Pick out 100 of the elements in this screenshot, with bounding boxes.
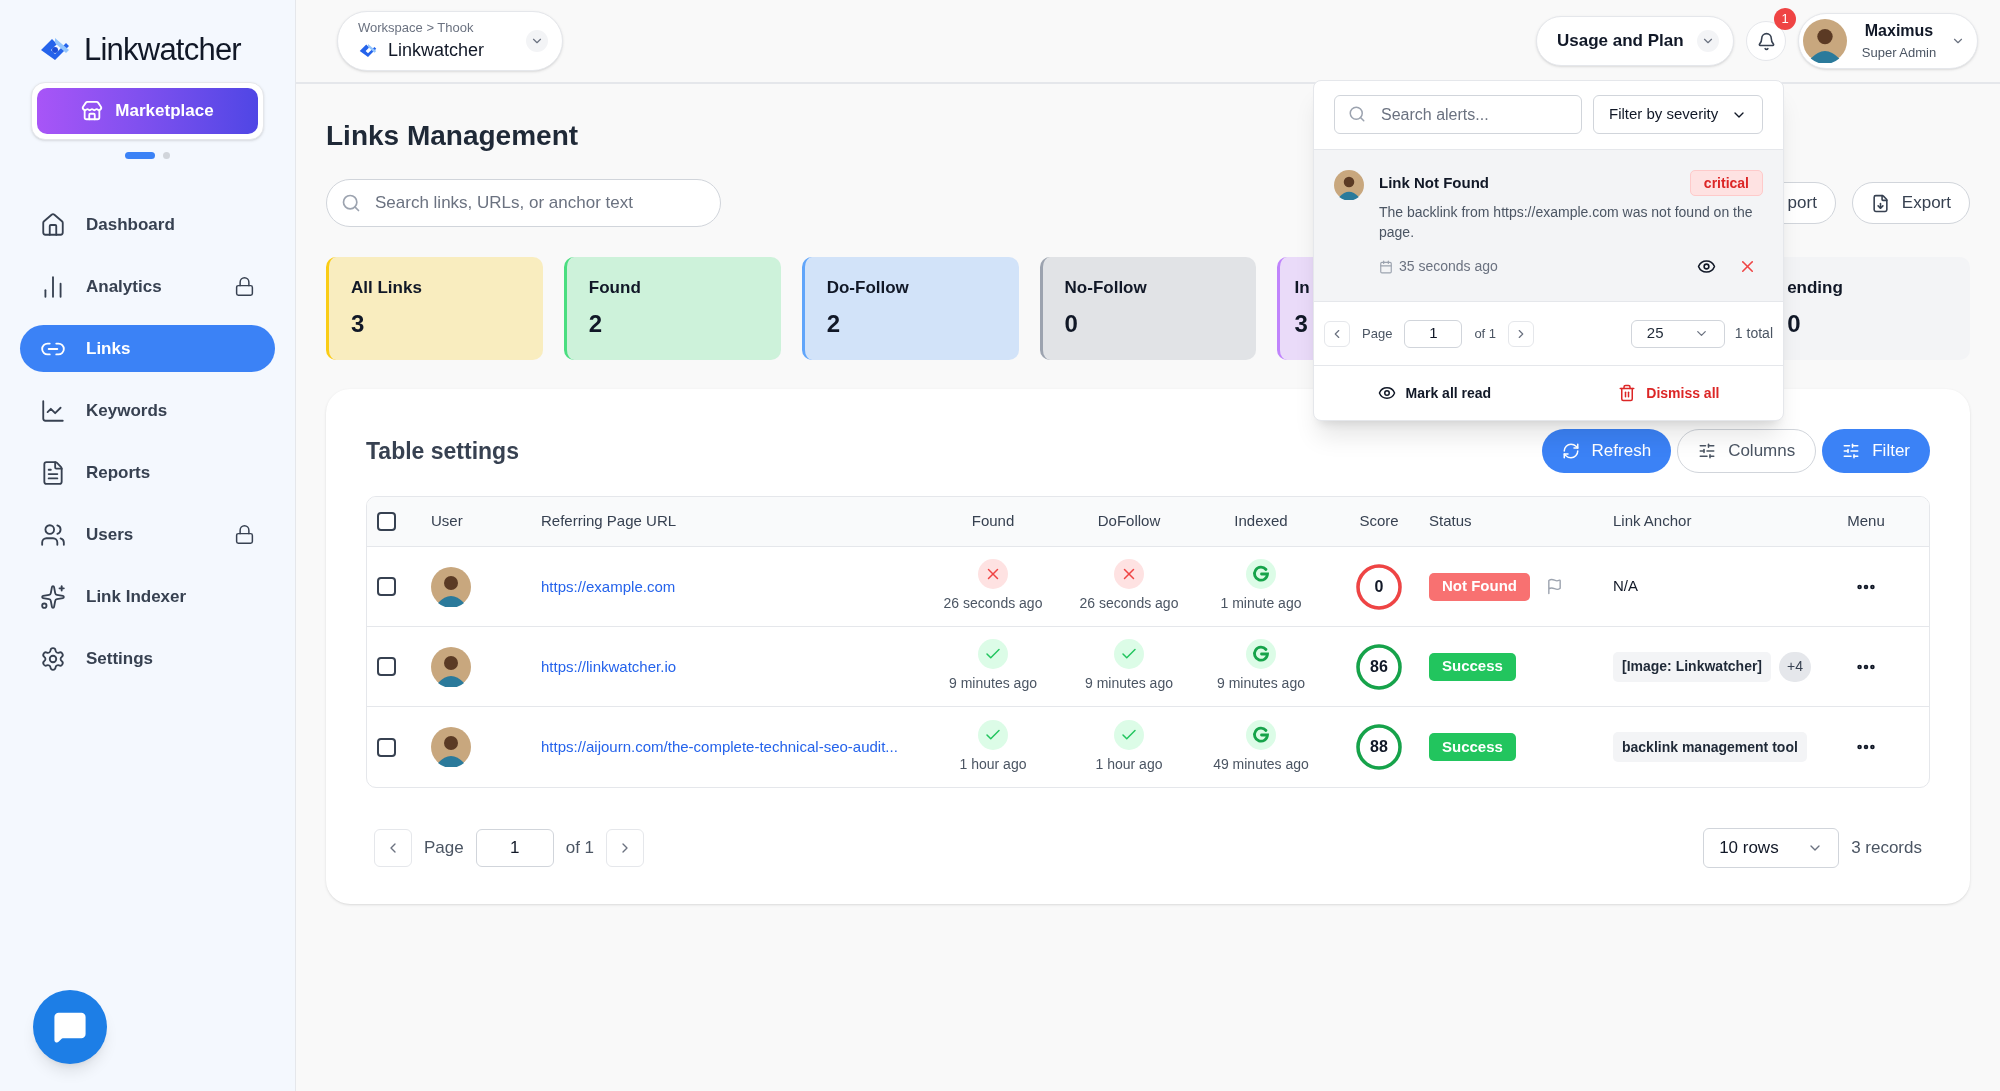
score-value: 0 xyxy=(1373,576,1385,597)
alert-search-field[interactable]: Search alerts... xyxy=(1334,95,1582,134)
refresh-icon xyxy=(1561,442,1580,460)
per-page-select[interactable]: 25 xyxy=(1630,319,1725,348)
status-badge: Success xyxy=(1429,652,1516,681)
time-text: 1 minute ago xyxy=(1220,594,1302,613)
user-menu[interactable]: Maximus Super Admin xyxy=(1798,13,1978,69)
user-name: Maximus xyxy=(1864,21,1934,42)
time-text: 9 minutes ago xyxy=(1217,674,1305,693)
url-link[interactable]: https://example.com xyxy=(541,577,676,595)
page-count: of 1 xyxy=(1474,324,1497,343)
g-logo-icon xyxy=(1246,559,1276,589)
settings-icon xyxy=(40,645,66,672)
nav-item[interactable]: Links xyxy=(20,325,275,372)
workspace-selector[interactable]: Workspace > Thook Linkwatcher xyxy=(337,11,563,71)
checkbox[interactable] xyxy=(377,577,396,596)
alert-item[interactable]: Link Not Found critical The backlink from https://example.com was not found on the page. 35 seconds ago xyxy=(1314,149,1783,302)
alert-time: 35 seconds ago xyxy=(1399,257,1498,276)
nav-item[interactable]: Reports xyxy=(20,449,275,496)
workspace-path: Workspace > Thook xyxy=(358,18,475,37)
bell-icon xyxy=(1756,31,1776,51)
url-link[interactable]: https://aijourn.com/the-complete-technical-seo-audit... xyxy=(541,738,898,755)
toolbar-button[interactable]: Filter xyxy=(1822,429,1930,473)
marketplace-button[interactable]: Marketplace xyxy=(37,88,258,134)
checkbox[interactable] xyxy=(377,657,396,676)
rows-per-page-select[interactable]: 10 rows xyxy=(1703,828,1840,868)
export-icon xyxy=(1870,193,1890,213)
sliders-icon xyxy=(1698,442,1717,460)
g-logo-icon xyxy=(1246,719,1276,750)
g-logo-icon xyxy=(1246,639,1276,669)
page-count: of 1 xyxy=(565,837,595,860)
checkbox[interactable] xyxy=(377,512,396,531)
table-title: Table settings xyxy=(366,436,519,466)
time-text: 26 seconds ago xyxy=(943,594,1043,613)
stat-value: 2 xyxy=(588,309,603,340)
time-text: 26 seconds ago xyxy=(1079,594,1179,613)
avatar-icon xyxy=(1803,19,1847,63)
page-number-field[interactable]: 1 xyxy=(475,829,554,867)
stat-label: Found xyxy=(588,276,641,299)
chevron-down-icon xyxy=(526,30,548,52)
record-count: 3 records xyxy=(1851,837,1922,860)
stat-value: 0 xyxy=(1787,309,1801,340)
home-icon xyxy=(40,211,66,238)
notifications-button[interactable] xyxy=(1746,21,1786,61)
status-badge: Success xyxy=(1429,733,1516,761)
url-link[interactable]: https://linkwatcher.io xyxy=(541,657,677,675)
more-anchors-badge[interactable]: +4 xyxy=(1779,651,1811,682)
stat-value: 3 xyxy=(1294,309,1308,340)
total-count: 1 total xyxy=(1734,324,1773,343)
trash-icon xyxy=(1618,384,1637,402)
column-header: Link Anchor xyxy=(1613,512,1692,530)
search-field[interactable]: Search links, URLs, or anchor text xyxy=(326,179,721,227)
column-header: DoFollow xyxy=(1097,511,1161,532)
anchor-tag: [Image: Linkwatcher] xyxy=(1613,651,1772,682)
page-number-field[interactable]: 1 xyxy=(1404,319,1463,348)
calendar-icon xyxy=(1379,259,1393,274)
nav-item[interactable]: Link Indexer xyxy=(20,573,275,620)
stat-value: 2 xyxy=(826,309,841,340)
time-text: 1 hour ago xyxy=(959,754,1027,774)
checkbox[interactable] xyxy=(377,737,396,757)
stat-label: Do-Follow xyxy=(826,276,909,299)
score-value: 86 xyxy=(1369,656,1389,677)
nav-item[interactable]: Dashboard xyxy=(20,201,275,248)
page-label: Page xyxy=(424,837,464,860)
alert-title: Link Not Found xyxy=(1379,172,1489,193)
lock-icon xyxy=(234,524,255,545)
column-header: Found xyxy=(971,511,1015,532)
toolbar-button[interactable]: Refresh xyxy=(1541,429,1672,473)
store-icon xyxy=(81,100,104,122)
usage-plan-button[interactable]: Usage and Plan xyxy=(1536,16,1734,66)
status-badge: Not Found xyxy=(1429,572,1530,601)
nav-item[interactable]: Keywords xyxy=(20,387,275,434)
toolbar-button[interactable]: Columns xyxy=(1677,429,1817,473)
score-value: 88 xyxy=(1369,737,1389,757)
anchor-text: N/A xyxy=(1613,576,1638,597)
nav-item[interactable]: Analytics xyxy=(20,263,275,310)
severity-filter-select[interactable]: Filter by severity xyxy=(1593,95,1763,134)
time-text: 9 minutes ago xyxy=(1085,674,1173,693)
nav-item[interactable]: Users xyxy=(20,511,275,558)
mark-all-read-button[interactable]: Mark all read xyxy=(1377,382,1492,404)
view-icon[interactable] xyxy=(1697,257,1716,276)
stat-label: ending xyxy=(1787,276,1843,299)
action-button[interactable]: Export xyxy=(1851,182,1970,224)
brand-name: Linkwatcher xyxy=(84,30,241,69)
user-role: Super Admin xyxy=(1861,44,1937,63)
stat-label: No-Follow xyxy=(1064,276,1147,299)
column-header: Indexed xyxy=(1234,511,1288,532)
avatar-icon xyxy=(1334,170,1364,200)
logo-icon xyxy=(358,41,378,60)
sliders-icon xyxy=(1842,442,1861,460)
column-header: Menu xyxy=(1847,511,1885,532)
nav-item[interactable]: Settings xyxy=(20,635,275,682)
stat-value: 3 xyxy=(351,309,365,340)
chat-icon xyxy=(53,1010,87,1044)
notification-count: 1 xyxy=(1774,8,1796,30)
dismiss-all-button[interactable]: Dismiss all xyxy=(1618,382,1720,404)
chat-button[interactable] xyxy=(33,990,107,1064)
avatar-icon xyxy=(431,727,471,767)
stat-label: All Links xyxy=(351,276,422,299)
stat-label: In xyxy=(1294,276,1310,299)
